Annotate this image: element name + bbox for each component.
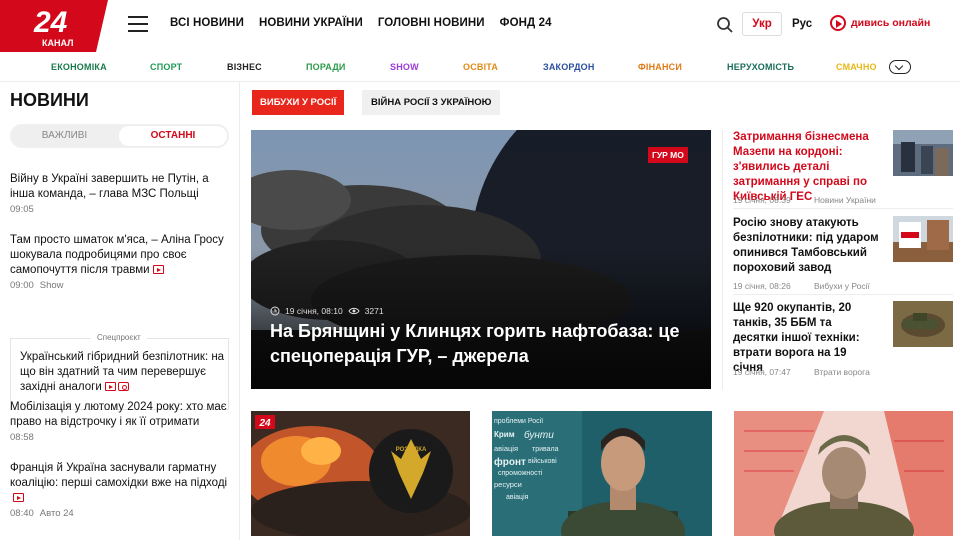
category-realty[interactable]: НЕРУХОМІСТЬ: [727, 62, 794, 72]
nav-ukraine-news[interactable]: НОВИНИ УКРАЇНИ: [259, 17, 363, 29]
card-word: військові: [528, 457, 557, 465]
play-circle-icon: [830, 15, 846, 31]
search-icon[interactable]: [716, 16, 734, 34]
list-item[interactable]: Затримання бізнесмена Мазепи на кордоні:…: [733, 130, 879, 205]
news-title: Франція й Україна заснували гарматну коа…: [10, 462, 228, 489]
special-project-label: Спецпроєкт: [91, 333, 147, 342]
news-section[interactable]: Авто 24: [40, 508, 74, 519]
list-item[interactable]: Франція й Україна заснували гарматну коа…: [10, 461, 232, 519]
divider: [722, 130, 723, 390]
hero-badge[interactable]: ГУР МО: [648, 147, 688, 163]
news-time: 09:05: [10, 204, 34, 215]
news-title: Мобілізація у лютому 2024 року: хто має …: [10, 401, 227, 428]
category-finance[interactable]: ФІНАНСИ: [638, 62, 682, 72]
lang-rus-button[interactable]: Рус: [792, 12, 812, 36]
logo-word: КАНАЛ: [42, 38, 73, 48]
news-date: 19 січня, 07:47: [733, 367, 791, 377]
news-feed-sidebar: НОВИНИ ВАЖЛИВІ ОСТАННІ Війну в Україні з…: [0, 82, 240, 540]
card-image: РОЗВІДКА 24: [251, 411, 470, 536]
news-thumbnail[interactable]: [893, 216, 953, 262]
list-item[interactable]: Росію знову атакують безпілотники: під у…: [733, 216, 879, 276]
menu-icon[interactable]: [128, 16, 148, 32]
news-time: 08:40: [10, 508, 34, 519]
card-word: авіація: [494, 444, 518, 453]
category-advice[interactable]: ПОРАДИ: [306, 62, 346, 72]
news-title: Там просто шматок м'яса, – Аліна Гросу ш…: [10, 234, 224, 276]
tag-explosions-russia[interactable]: ВИБУХИ У РОСІЇ: [252, 90, 345, 115]
feed-tabs: ВАЖЛИВІ ОСТАННІ: [10, 124, 229, 148]
card-word: проблеми Росії: [494, 417, 543, 425]
emblem-text: РОЗВІДКА: [396, 447, 427, 453]
news-time: 09:00: [10, 280, 34, 291]
list-item[interactable]: Там просто шматок м'яса, – Аліна Гросу ш…: [10, 233, 232, 291]
hero-title[interactable]: На Брянщині у Клинцях горить нафтобаза: …: [270, 319, 700, 369]
list-item[interactable]: Ще 920 окупантів, 20 танків, 35 ББМ та д…: [733, 301, 879, 376]
news-section[interactable]: Show: [40, 280, 64, 291]
card-image: [734, 411, 953, 536]
list-item[interactable]: Війну в Україні завершить не Путін, а ін…: [10, 172, 232, 215]
nav-fund-24[interactable]: ФОНД 24: [500, 17, 552, 29]
chevron-down-icon[interactable]: [889, 60, 911, 74]
main-nav: ВСІ НОВИНИ НОВИНИ УКРАЇНИ ГОЛОВНІ НОВИНИ…: [170, 17, 552, 29]
category-tasty[interactable]: СМАЧНО: [836, 62, 877, 72]
card-word: ресурси: [494, 480, 522, 489]
watch-live-label: дивись онлайн: [851, 17, 931, 29]
tag-war-russia-ukraine[interactable]: ВІЙНА РОСІЇ З УКРАЇНОЮ: [362, 90, 501, 115]
news-card[interactable]: РОЗВІДКА 24: [251, 411, 470, 536]
photo-icon: [117, 382, 129, 391]
hero-date: 19 січня, 08:10: [285, 306, 343, 316]
video-icon: [13, 493, 24, 502]
news-thumbnail[interactable]: [893, 130, 953, 176]
card-word: фронт: [494, 456, 526, 468]
card-word: тривала: [532, 446, 559, 453]
news-section[interactable]: Втрати ворога: [814, 367, 870, 377]
hero-meta: 19 січня, 08:10 3271: [270, 306, 384, 316]
clock-icon: [270, 306, 280, 316]
category-education[interactable]: ОСВІТА: [463, 62, 498, 72]
card-logo: 24: [258, 418, 271, 429]
hero-views: 3271: [364, 306, 384, 316]
nav-all-news[interactable]: ВСІ НОВИНИ: [170, 17, 244, 29]
card-word: бунти: [524, 429, 554, 441]
category-nav: ЕКОНОМІКА СПОРТ ВІЗНЕС ПОРАДИ SHOW ОСВІТ…: [0, 52, 960, 82]
news-time: 08:58: [10, 432, 34, 443]
logo[interactable]: 24 КАНАЛ: [0, 0, 108, 52]
divider: [733, 294, 953, 295]
news-card[interactable]: [734, 411, 953, 536]
watch-live-button[interactable]: дивись онлайн: [830, 15, 930, 31]
lang-ukr-button[interactable]: Укр: [742, 12, 782, 36]
sidebar-title: НОВИНИ: [10, 90, 89, 110]
tab-important[interactable]: ВАЖЛИВІ: [12, 126, 117, 146]
category-economy[interactable]: ЕКОНОМІКА: [51, 62, 107, 72]
nav-main-news[interactable]: ГОЛОВНІ НОВИНИ: [378, 17, 485, 29]
tab-latest[interactable]: ОСТАННІ: [119, 126, 227, 146]
logo-number: 24: [33, 6, 68, 39]
video-icon: [104, 382, 116, 391]
category-business[interactable]: ВІЗНЕС: [227, 62, 262, 72]
news-title: Росію знову атакують безпілотники: під у…: [733, 217, 879, 274]
site-header: 24 КАНАЛ ВСІ НОВИНИ НОВИНИ УКРАЇНИ ГОЛОВ…: [0, 0, 960, 52]
news-title: Війну в Україні завершить не Путін, а ін…: [10, 173, 209, 200]
card-word: спроможності: [498, 469, 543, 477]
category-abroad[interactable]: ЗАКОРДОН: [543, 62, 595, 72]
news-section[interactable]: Новини України: [814, 195, 876, 205]
divider: [733, 208, 953, 209]
news-date: 19 січня, 08:39: [733, 195, 791, 205]
news-date: 19 січня, 08:26: [733, 281, 791, 291]
news-thumbnail[interactable]: [893, 301, 953, 347]
category-show[interactable]: SHOW: [390, 62, 419, 72]
list-item[interactable]: Мобілізація у лютому 2024 року: хто має …: [10, 400, 232, 443]
news-title: Ще 920 окупантів, 20 танків, 35 ББМ та д…: [733, 302, 860, 374]
news-card[interactable]: проблеми Росії Крим бунти авіація тривал…: [492, 411, 712, 536]
video-icon: [152, 265, 164, 274]
eye-icon: [348, 307, 360, 315]
news-title: Затримання бізнесмена Мазепи на кордоні:…: [733, 131, 869, 203]
card-image: проблеми Росії Крим бунти авіація тривал…: [492, 411, 712, 536]
category-sport[interactable]: СПОРТ: [150, 62, 182, 72]
card-word: Крим: [494, 430, 515, 439]
card-word: авіація: [506, 493, 529, 501]
news-section[interactable]: Вибухи у Росії: [814, 281, 870, 291]
